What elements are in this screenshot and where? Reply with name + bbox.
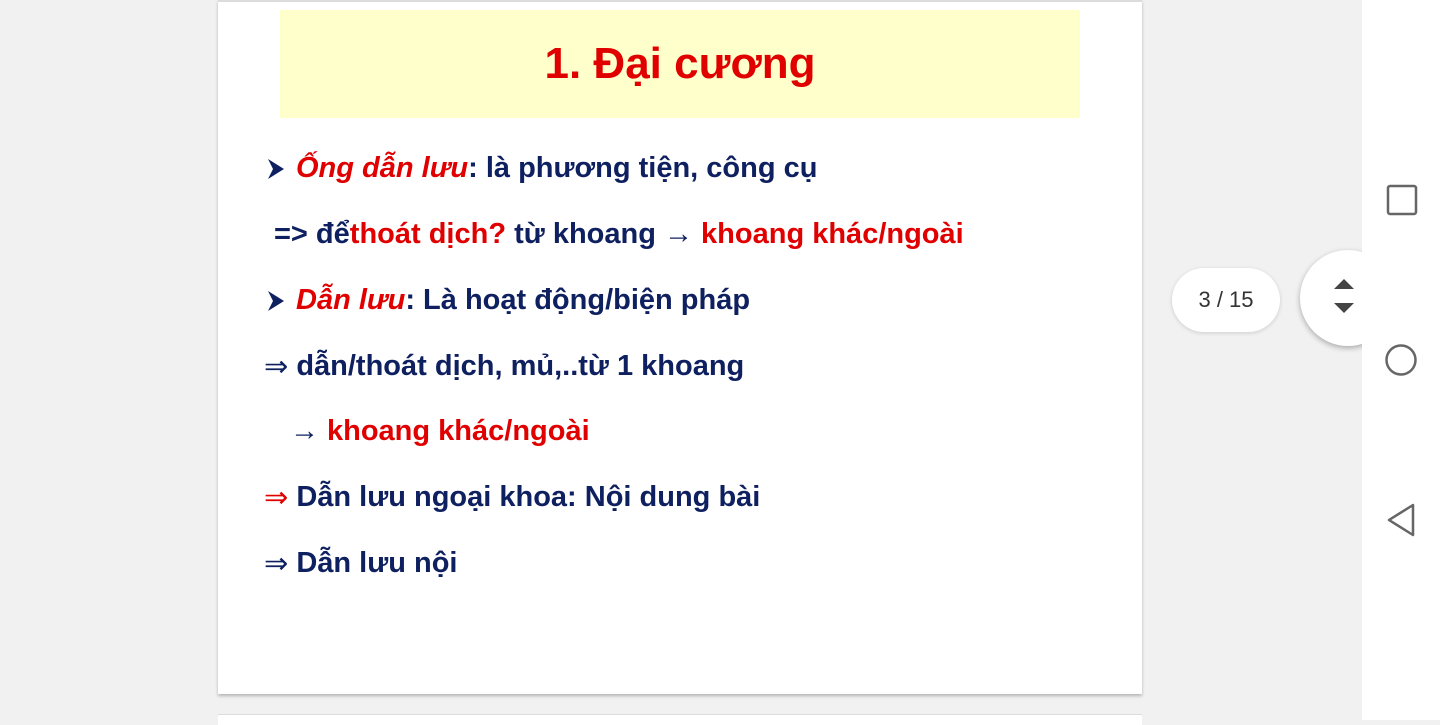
slide-line-6: ⇒ Dẫn lưu ngoại khoa: Nội dung bài: [264, 481, 761, 514]
slide-title-box: 1. Đại cương: [280, 10, 1080, 118]
right-arrow-icon: →: [290, 415, 319, 447]
back-icon[interactable]: [1386, 502, 1416, 538]
pdf-viewer[interactable]: 1. Đại cương Ống dẫn lưu: là phương tiện…: [0, 0, 1396, 725]
slide-line-4: ⇒ dẫn/thoát dịch, mủ,..từ 1 khoang: [264, 350, 745, 383]
implies-arrow-icon: ⇒: [264, 482, 289, 514]
page-indicator: 3 / 15: [1172, 268, 1280, 332]
android-nav-bar: [1362, 0, 1440, 720]
slide-line-1: Ống dẫn lưu: là phương tiện, công cụ: [268, 152, 817, 185]
pdf-page: 1. Đại cương Ống dẫn lưu: là phương tiện…: [218, 0, 1142, 694]
implies-arrow-icon: ⇒: [264, 548, 289, 580]
recent-apps-icon[interactable]: [1386, 184, 1418, 216]
slide-title: 1. Đại cương: [544, 39, 816, 88]
slide-line-2: => để thoát dịch? từ khoang → khoang khá…: [274, 218, 964, 250]
arrow-bullet-icon: [268, 290, 284, 311]
slide-line-5: → khoang khác/ngoài: [290, 415, 590, 447]
implies-arrow-icon: ⇒: [264, 351, 289, 383]
up-down-arrows-icon: [1334, 279, 1354, 313]
slide-line-3: Dẫn lưu: Là hoạt động/biện pháp: [268, 284, 750, 317]
slide-line-7: ⇒ Dẫn lưu nội: [264, 547, 458, 580]
arrow-bullet-icon: [268, 158, 284, 179]
home-icon[interactable]: [1384, 343, 1418, 377]
